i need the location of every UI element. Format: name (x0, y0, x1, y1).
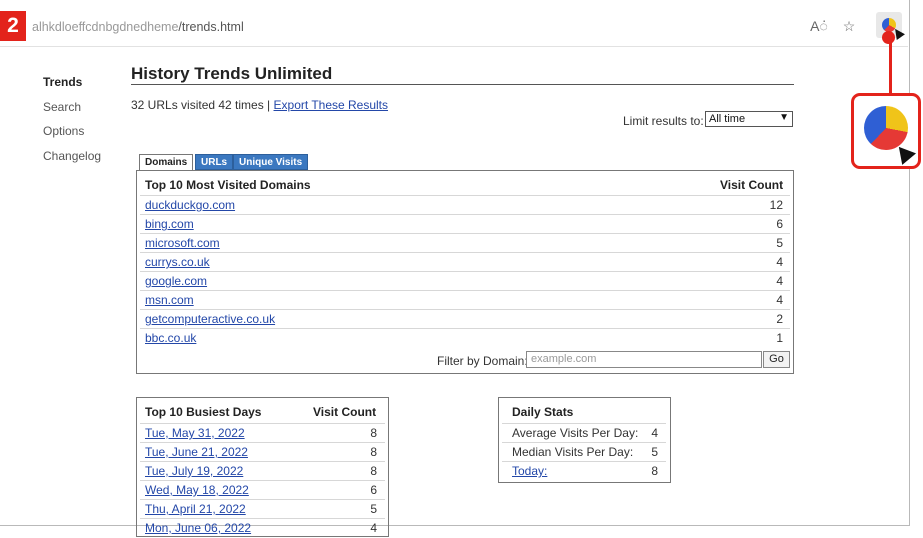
day-link[interactable]: Tue, May 31, 2022 (145, 424, 245, 443)
visit-count: 12 (769, 198, 783, 212)
domain-link[interactable]: google.com (145, 272, 207, 290)
domains-count-header: Visit Count (720, 178, 784, 192)
limit-results-value: All time (709, 113, 746, 125)
visit-summary: 32 URLs visited 42 times | Export These … (131, 98, 388, 112)
table-row: google.com 4 (140, 271, 790, 290)
domain-link[interactable]: bbc.co.uk (145, 329, 196, 347)
filter-domain-input[interactable]: example.com (526, 351, 762, 368)
domain-link[interactable]: duckduckgo.com (145, 196, 235, 214)
domain-link[interactable]: microsoft.com (145, 234, 220, 252)
address-bar[interactable]: alhkdloeffcdnbgdnedheme/trends.html (32, 20, 244, 34)
visit-count: 4 (776, 255, 783, 269)
table-row: msn.com 4 (140, 290, 790, 309)
go-button[interactable]: Go (763, 351, 790, 368)
table-row: getcomputeractive.co.uk 2 (140, 309, 790, 328)
day-link[interactable]: Thu, April 21, 2022 (145, 500, 246, 519)
table-row: bing.com 6 (140, 214, 790, 233)
sidebar-item-trends[interactable]: Trends (43, 75, 82, 89)
table-row: currys.co.uk 4 (140, 252, 790, 271)
visit-count: 5 (776, 236, 783, 250)
sidebar-item-options[interactable]: Options (43, 124, 84, 138)
visit-count: 8 (370, 464, 377, 478)
sidebar-item-search[interactable]: Search (43, 100, 81, 114)
tab-unique-visits[interactable]: Unique Visits (233, 154, 309, 170)
day-link[interactable]: Tue, July 19, 2022 (145, 462, 243, 481)
day-link[interactable]: Wed, May 18, 2022 (145, 481, 249, 500)
table-row: Thu, April 21, 2022 5 (140, 499, 385, 519)
visit-count: 6 (370, 483, 377, 497)
visit-count: 4 (776, 293, 783, 307)
visit-count: 6 (776, 217, 783, 231)
title-divider (131, 84, 794, 85)
table-row: Tue, June 21, 2022 8 (140, 442, 385, 462)
stat-value: 8 (651, 464, 658, 478)
stats-row: Average Visits Per Day: 4 (502, 423, 666, 443)
domains-table-header: Top 10 Most Visited Domains (145, 178, 311, 192)
stats-row: Today: 8 (502, 461, 666, 481)
tab-urls[interactable]: URLs (195, 154, 234, 170)
visit-count: 4 (776, 274, 783, 288)
table-row: Mon, June 06, 2022 4 (140, 518, 385, 538)
visit-count: 2 (776, 312, 783, 326)
days-count-header: Visit Count (313, 405, 377, 419)
export-results-link[interactable]: Export These Results (274, 98, 389, 112)
limit-results-select[interactable]: All time ▼ (705, 111, 793, 127)
tab-domains[interactable]: Domains (139, 154, 194, 170)
table-row: Wed, May 18, 2022 6 (140, 480, 385, 500)
domain-link[interactable]: getcomputeractive.co.uk (145, 310, 275, 328)
busiest-days-header: Top 10 Busiest Days (145, 405, 262, 419)
today-link[interactable]: Today: (512, 462, 547, 481)
stat-label: Average Visits Per Day: (512, 426, 639, 440)
stat-value: 4 (651, 426, 658, 440)
visit-count: 8 (370, 445, 377, 459)
step-badge: 2 (0, 11, 26, 41)
limit-results-label: Limit results to: (623, 114, 704, 128)
table-row: Tue, July 19, 2022 8 (140, 461, 385, 481)
table-row: Tue, May 31, 2022 8 (140, 423, 385, 443)
domain-link[interactable]: msn.com (145, 291, 194, 309)
visit-count: 1 (776, 331, 783, 345)
url-host: alhkdloeffcdnbgdnedheme (32, 20, 179, 34)
read-aloud-icon[interactable]: Aं (808, 15, 830, 37)
daily-stats-header: Daily Stats (512, 405, 574, 419)
visit-count: 8 (370, 426, 377, 440)
stats-row: Median Visits Per Day: 5 (502, 442, 666, 462)
domain-link[interactable]: currys.co.uk (145, 253, 210, 271)
day-link[interactable]: Mon, June 06, 2022 (145, 519, 251, 538)
visit-count: 4 (370, 521, 377, 535)
visit-count: 5 (370, 502, 377, 516)
page-title: History Trends Unlimited (131, 64, 333, 83)
url-path: /trends.html (178, 20, 244, 34)
stat-label: Median Visits Per Day: (512, 445, 634, 459)
table-row: duckduckgo.com 12 (140, 195, 790, 214)
domain-link[interactable]: bing.com (145, 215, 194, 233)
sidebar-item-changelog[interactable]: Changelog (43, 149, 101, 163)
table-row: bbc.co.uk 1 (140, 328, 790, 347)
summary-text: 32 URLs visited 42 times | (131, 98, 274, 112)
stat-value: 5 (651, 445, 658, 459)
table-row: microsoft.com 5 (140, 233, 790, 252)
add-favorite-icon[interactable]: ☆ (838, 15, 860, 37)
filter-domain-label: Filter by Domain: (437, 354, 528, 368)
day-link[interactable]: Tue, June 21, 2022 (145, 443, 248, 462)
chevron-down-icon: ▼ (779, 112, 789, 123)
